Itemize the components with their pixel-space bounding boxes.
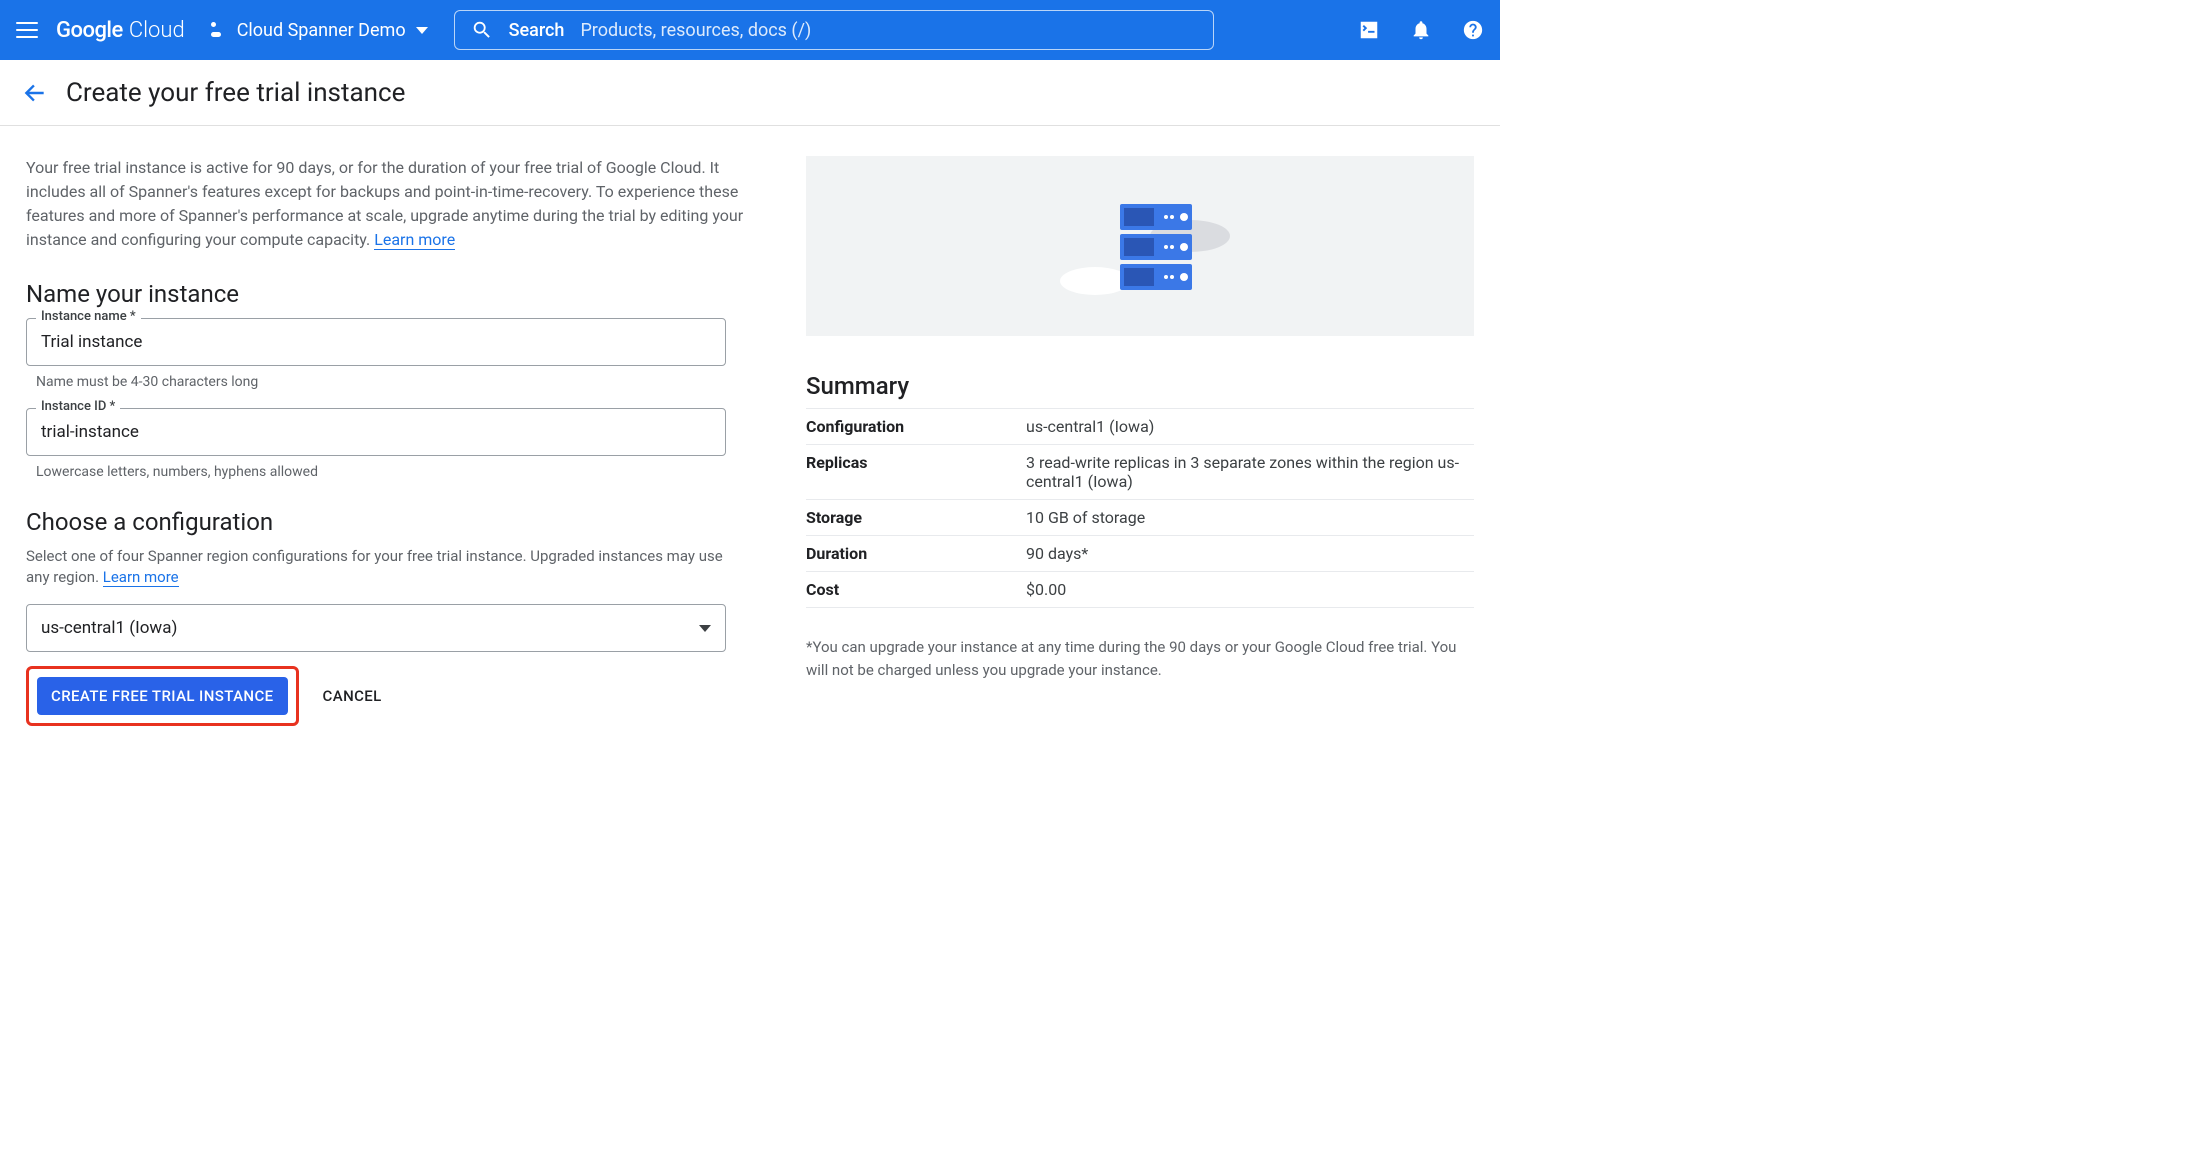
summary-key: Replicas <box>806 445 1026 500</box>
config-desc: Select one of four Spanner region config… <box>26 546 746 588</box>
summary-table: Configurationus-central1 (Iowa)Replicas3… <box>806 408 1474 608</box>
instance-id-field: Instance ID * <box>26 408 746 456</box>
server-illustration <box>806 156 1474 336</box>
instance-name-field: Instance name * <box>26 318 746 366</box>
create-instance-button[interactable]: CREATE FREE TRIAL INSTANCE <box>37 677 288 715</box>
search-placeholder: Products, resources, docs (/) <box>580 20 811 41</box>
summary-title: Summary <box>806 372 1474 400</box>
cancel-button[interactable]: CANCEL <box>323 687 382 705</box>
summary-value: $0.00 <box>1026 572 1474 608</box>
menu-icon[interactable] <box>16 18 40 42</box>
chevron-down-icon <box>416 27 428 34</box>
logo-google: Google <box>56 18 123 43</box>
summary-row: Configurationus-central1 (Iowa) <box>806 409 1474 445</box>
page-title: Create your free trial instance <box>66 78 405 108</box>
summary-row: Cost$0.00 <box>806 572 1474 608</box>
summary-column: Summary Configurationus-central1 (Iowa)R… <box>806 156 1474 726</box>
config-select-field: us-central1 (Iowa) <box>26 604 746 652</box>
instance-id-hint: Lowercase letters, numbers, hyphens allo… <box>36 464 746 480</box>
instance-id-label: Instance ID * <box>36 399 120 414</box>
back-arrow-icon[interactable] <box>22 80 48 106</box>
help-icon[interactable] <box>1462 19 1484 41</box>
summary-row: Duration90 days* <box>806 536 1474 572</box>
summary-footnote: *You can upgrade your instance at any ti… <box>806 636 1474 681</box>
project-picker[interactable]: Cloud Spanner Demo <box>201 14 438 47</box>
logo-cloud: Cloud <box>129 18 185 43</box>
header-right <box>1358 19 1484 41</box>
search-icon <box>471 19 493 41</box>
instance-name-hint: Name must be 4-30 characters long <box>36 374 746 390</box>
config-select[interactable]: us-central1 (Iowa) <box>26 604 726 652</box>
instance-id-input[interactable] <box>26 408 726 456</box>
summary-key: Storage <box>806 500 1026 536</box>
summary-key: Cost <box>806 572 1026 608</box>
summary-row: Replicas3 read-write replicas in 3 separ… <box>806 445 1474 500</box>
instance-name-input[interactable] <box>26 318 726 366</box>
summary-value: 3 read-write replicas in 3 separate zone… <box>1026 445 1474 500</box>
project-name: Cloud Spanner Demo <box>237 20 406 41</box>
summary-key: Duration <box>806 536 1026 572</box>
notifications-icon[interactable] <box>1410 19 1432 41</box>
summary-key: Configuration <box>806 409 1026 445</box>
titlebar: Create your free trial instance <box>0 60 1500 126</box>
content: Your free trial instance is active for 9… <box>0 126 1500 756</box>
search-box[interactable]: Search Products, resources, docs (/) <box>454 10 1214 50</box>
cloud-shell-icon[interactable] <box>1358 19 1380 41</box>
form-column: Your free trial instance is active for 9… <box>26 156 746 726</box>
intro-learn-more-link[interactable]: Learn more <box>374 230 455 250</box>
summary-row: Storage10 GB of storage <box>806 500 1474 536</box>
google-cloud-logo[interactable]: Google Cloud <box>56 18 185 43</box>
config-learn-more-link[interactable]: Learn more <box>103 568 179 587</box>
top-header: Google Cloud Cloud Spanner Demo Search P… <box>0 0 1500 60</box>
instance-name-label: Instance name * <box>36 309 141 324</box>
actions-row: CREATE FREE TRIAL INSTANCE CANCEL <box>26 666 746 726</box>
project-icon <box>211 22 227 38</box>
chevron-down-icon <box>699 625 711 632</box>
config-section-title: Choose a configuration <box>26 508 746 536</box>
summary-value: 10 GB of storage <box>1026 500 1474 536</box>
summary-value: us-central1 (Iowa) <box>1026 409 1474 445</box>
highlight-box: CREATE FREE TRIAL INSTANCE <box>26 666 299 726</box>
intro-text: Your free trial instance is active for 9… <box>26 156 746 252</box>
name-section-title: Name your instance <box>26 280 746 308</box>
search-label: Search <box>509 20 565 41</box>
summary-value: 90 days* <box>1026 536 1474 572</box>
config-selected-value: us-central1 (Iowa) <box>41 618 177 638</box>
